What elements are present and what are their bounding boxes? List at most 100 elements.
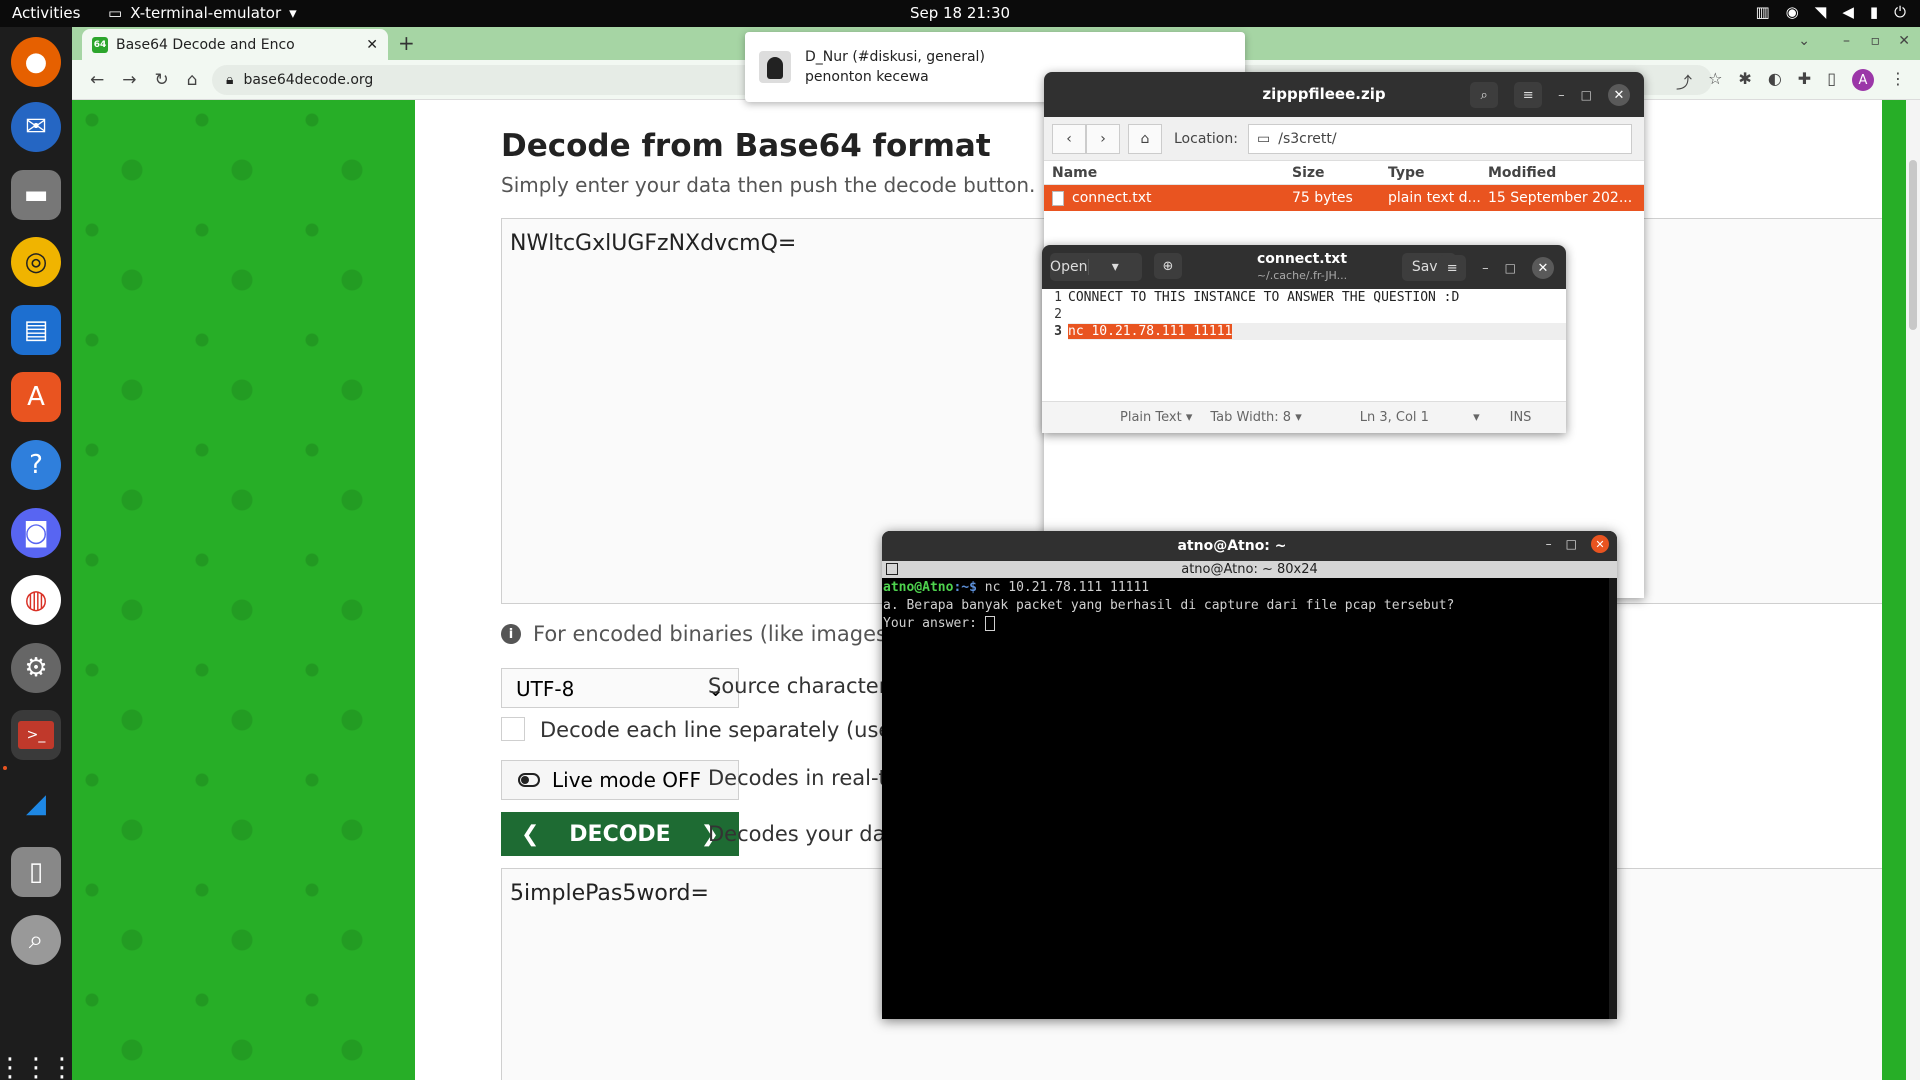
col-type[interactable]: Type	[1384, 165, 1484, 181]
browser-tab[interactable]: 64 Base64 Decode and Enco ✕	[82, 29, 388, 60]
code-line: CONNECT TO THIS INSTANCE TO ANSWER THE Q…	[1068, 290, 1460, 305]
code-area[interactable]: CONNECT TO THIS INSTANCE TO ANSWER THE Q…	[1068, 289, 1566, 340]
terminal-subtitle-bar: atno@Atno: ~ 80x24	[882, 561, 1617, 578]
minimize-icon[interactable]: –	[1558, 88, 1565, 103]
zip-icon[interactable]: ▯	[11, 847, 61, 897]
minimize-icon[interactable]: –	[1546, 537, 1552, 551]
sender-avatar	[759, 51, 791, 83]
home-icon[interactable]: ⌂	[187, 70, 198, 90]
terminal-subtitle: atno@Atno: ~ 80x24	[1181, 562, 1318, 577]
sidebar-icon[interactable]: ▯	[1827, 69, 1836, 93]
col-name[interactable]: Name	[1044, 165, 1284, 181]
forward-icon[interactable]: ›	[1086, 123, 1120, 154]
editor-body[interactable]: 1 2 3 CONNECT TO THIS INSTANCE TO ANSWER…	[1042, 289, 1566, 401]
close-icon[interactable]: ✕	[1532, 257, 1554, 279]
firefox-icon[interactable]: ●	[11, 37, 61, 87]
open-label: Open	[1050, 259, 1088, 275]
decode-button[interactable]: ❮ DECODE ❯	[501, 812, 739, 856]
maximize-icon[interactable]: □	[1505, 261, 1516, 275]
terminal-icon[interactable]: >_	[11, 710, 61, 760]
close-icon[interactable]: ✕	[1608, 84, 1630, 106]
rhythmbox-icon[interactable]: ◎	[11, 237, 61, 287]
editor-header: Open ▾ ⊕ connect.txt ~/.cache/.fr-JH... …	[1042, 245, 1566, 289]
new-tab-button[interactable]: +	[398, 31, 415, 55]
cursor-position-label: Ln 3, Col 1	[1359, 410, 1429, 425]
table-row[interactable]: connect.txt 75 bytes plain text d... 15 …	[1044, 185, 1644, 211]
tab-search-icon[interactable]: ⌄	[1798, 33, 1810, 49]
files-icon[interactable]: ▬	[11, 170, 61, 220]
text-file-icon	[1052, 190, 1064, 206]
file-name: connect.txt	[1072, 190, 1152, 206]
wireshark-icon[interactable]: ◢	[11, 779, 61, 829]
tab-width-selector[interactable]: Tab Width: 8 ▾	[1210, 410, 1301, 425]
reload-icon[interactable]: ↻	[155, 70, 169, 90]
charset-select[interactable]: UTF-8 ⌄	[501, 668, 739, 708]
terminal-header: atno@Atno: ~ – □ ✕	[882, 531, 1617, 561]
app-menu-label: X-terminal-emulator	[130, 4, 282, 22]
settings-icon[interactable]: ⚙	[11, 643, 61, 693]
thunderbird-icon[interactable]: ✉	[11, 102, 61, 152]
document-title: connect.txt	[1256, 251, 1348, 267]
hamburger-menu-icon[interactable]: ≡	[1438, 255, 1467, 281]
command-line: atno@Atno:~$ nc 10.21.78.111 11111	[883, 579, 1616, 597]
hamburger-menu-icon[interactable]: ≡	[1514, 82, 1543, 108]
terminal-screen[interactable]: atno@Atno:~$ nc 10.21.78.111 11111 a. Be…	[882, 578, 1617, 634]
file-size: 75 bytes	[1292, 190, 1353, 206]
col-modified[interactable]: Modified	[1484, 165, 1644, 181]
close-icon[interactable]: ✕	[1591, 535, 1609, 553]
open-button[interactable]: Open ▾	[1050, 253, 1142, 281]
insert-mode[interactable]: INS	[1510, 410, 1532, 425]
back-icon[interactable]: ←	[90, 70, 104, 90]
search-icon[interactable]: ⌕	[1470, 82, 1499, 108]
current-line: nc 10.21.78.111 11111	[1068, 323, 1566, 340]
app-menu[interactable]: ▭ X-terminal-emulator ▾	[108, 4, 297, 22]
lock-icon: 🔒︎	[226, 72, 234, 88]
extension2-icon[interactable]: ◐	[1768, 69, 1782, 93]
bookmark-star-icon[interactable]: ☆	[1708, 69, 1722, 93]
minimize-icon[interactable]: –	[1482, 261, 1489, 276]
extension-icon[interactable]: ✱	[1738, 69, 1751, 93]
discord-icon[interactable]: ◙	[11, 508, 61, 558]
language-selector[interactable]: Plain Text ▾	[1120, 410, 1192, 425]
home-icon[interactable]: ⌂	[1128, 123, 1162, 154]
apps-grid-icon[interactable]: ⋮⋮⋮	[0, 1043, 75, 1080]
share-icon[interactable]: ⤴	[1676, 69, 1692, 93]
maximize-icon[interactable]: □	[1566, 537, 1577, 551]
scroll-thumb[interactable]	[1909, 160, 1917, 330]
page-subtitle: Simply enter your data then push the dec…	[501, 173, 1036, 197]
close-tab-icon[interactable]: ✕	[366, 37, 378, 53]
chevron-down-icon[interactable]: ▾	[1087, 259, 1143, 275]
terminal-menu-icon[interactable]	[886, 563, 898, 575]
profile-avatar[interactable]: A	[1852, 69, 1874, 91]
menu-kebab-icon[interactable]: ⋮	[1890, 69, 1906, 93]
battery-icon: ▮	[1869, 3, 1879, 21]
puzzle-icon[interactable]: ✚	[1798, 69, 1811, 93]
tab-title: Base64 Decode and Enco	[116, 36, 295, 53]
clock[interactable]: Sep 18 21:30	[910, 4, 1010, 22]
col-size[interactable]: Size	[1284, 165, 1384, 181]
system-tray[interactable]: ▥ ◉ ◥ ◀ ▮ ⏻	[1755, 3, 1906, 21]
chrome-icon[interactable]: ◍	[11, 575, 61, 625]
minimize-icon[interactable]: –	[1843, 33, 1850, 49]
page-scrollbar[interactable]	[1906, 100, 1920, 1080]
top-bar: Activities ▭ X-terminal-emulator ▾ Sep 1…	[0, 0, 1920, 27]
activities-button[interactable]: Activities	[12, 4, 80, 22]
maximize-icon[interactable]: ▫	[1871, 33, 1881, 49]
software-icon[interactable]: A	[11, 372, 61, 422]
terminal-scrollbar[interactable]	[1609, 578, 1617, 1019]
close-window-icon[interactable]: ✕	[1898, 33, 1910, 49]
writer-icon[interactable]: ▤	[11, 305, 61, 355]
back-icon[interactable]: ‹	[1052, 123, 1086, 154]
language-label: Plain Text	[1120, 410, 1182, 425]
forward-icon[interactable]: →	[122, 70, 136, 90]
cursor-position[interactable]: Ln 3, Col 1 ▾	[1360, 410, 1480, 425]
document-path: ~/.cache/.fr-JH...	[1256, 269, 1348, 282]
location-field[interactable]: ▭ /s3crett/	[1248, 124, 1632, 154]
new-document-icon[interactable]: ⊕	[1154, 253, 1182, 279]
maximize-icon[interactable]: □	[1581, 88, 1592, 102]
help-icon[interactable]: ?	[11, 440, 61, 490]
each-line-checkbox[interactable]	[501, 717, 525, 741]
search-icon[interactable]: ⌕	[11, 915, 61, 965]
live-mode-toggle[interactable]: Live mode OFF	[501, 760, 739, 800]
